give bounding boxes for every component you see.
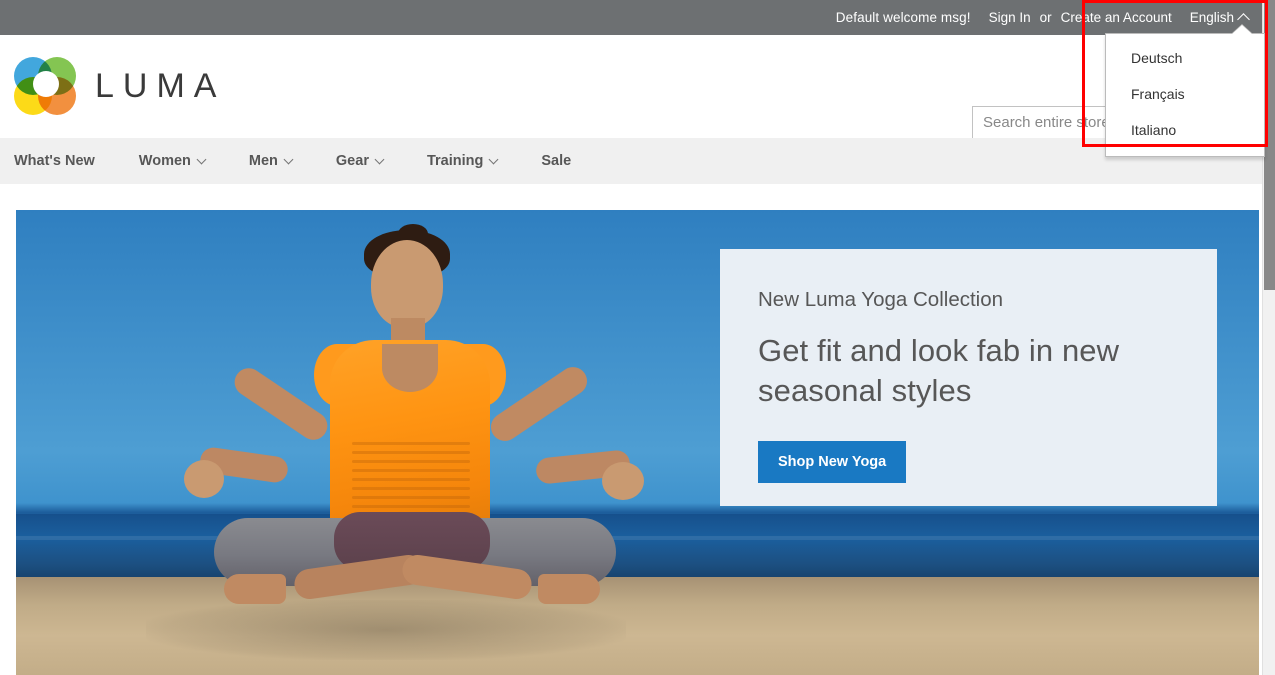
nav-item-training[interactable]: Training	[427, 153, 519, 169]
hero-model-illustration	[166, 222, 686, 672]
nav-label: Women	[139, 153, 191, 169]
hero-content-card: New Luma Yoga Collection Get fit and loo…	[720, 249, 1217, 506]
language-dropdown-menu[interactable]: Deutsch Français Italiano	[1105, 33, 1265, 157]
nav-label: Sale	[541, 153, 571, 169]
scrollbar-thumb[interactable]	[1264, 0, 1275, 290]
main-navigation: What's New Women Men Gear Training Sale	[0, 138, 1262, 184]
chevron-down-icon	[375, 154, 385, 164]
language-switcher-label: English	[1190, 10, 1234, 25]
language-option-deutsch[interactable]: Deutsch	[1106, 40, 1264, 76]
luma-rings-logo-icon	[14, 57, 77, 115]
site-header: LUMA Search entire store here...	[0, 35, 1262, 138]
site-logo[interactable]: LUMA	[14, 57, 225, 115]
hero-banner: New Luma Yoga Collection Get fit and loo…	[16, 210, 1259, 675]
chevron-down-icon	[196, 154, 206, 164]
nav-item-gear[interactable]: Gear	[336, 153, 405, 169]
dropdown-pointer-icon	[1232, 25, 1252, 34]
or-separator: or	[1040, 10, 1052, 25]
chevron-down-icon	[283, 154, 293, 164]
top-utility-bar: Default welcome msg! Sign In or Create a…	[0, 0, 1262, 35]
nav-item-sale[interactable]: Sale	[541, 153, 593, 169]
nav-label: Men	[249, 153, 278, 169]
nav-label: Gear	[336, 153, 369, 169]
sign-in-link[interactable]: Sign In	[989, 10, 1031, 25]
shop-new-yoga-button[interactable]: Shop New Yoga	[758, 441, 906, 483]
nav-item-men[interactable]: Men	[249, 153, 314, 169]
nav-label: Training	[427, 153, 483, 169]
nav-label: What's New	[14, 153, 95, 169]
welcome-message: Default welcome msg!	[836, 10, 971, 25]
language-option-francais[interactable]: Français	[1106, 76, 1264, 112]
browser-viewport: Default welcome msg! Sign In or Create a…	[0, 0, 1275, 675]
nav-item-women[interactable]: Women	[139, 153, 227, 169]
language-option-italiano[interactable]: Italiano	[1106, 112, 1264, 148]
hero-eyebrow: New Luma Yoga Collection	[758, 287, 1217, 313]
chevron-down-icon	[489, 154, 499, 164]
create-account-link[interactable]: Create an Account	[1061, 10, 1172, 25]
language-switcher[interactable]: English	[1190, 10, 1248, 25]
hero-title: Get fit and look fab in new seasonal sty…	[758, 331, 1178, 411]
nav-item-whats-new[interactable]: What's New	[14, 153, 117, 169]
logo-wordmark: LUMA	[95, 67, 225, 106]
